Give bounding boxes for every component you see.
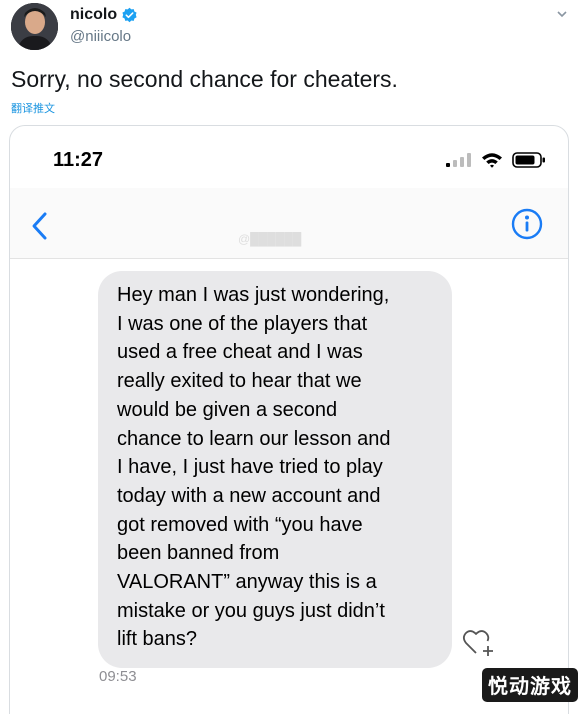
- contact-name-obscured: @██████: [238, 232, 302, 246]
- battery-icon: [512, 152, 545, 168]
- conversation-header: @██████: [10, 188, 568, 259]
- message-line: I have, I just have tried to play: [117, 456, 383, 479]
- message-line: lift bans?: [117, 628, 198, 651]
- chevron-down-icon[interactable]: [556, 8, 568, 20]
- message-line: Hey man I was just wondering,: [117, 284, 390, 306]
- tweet-text: Sorry, no second chance for cheaters.: [11, 66, 398, 92]
- status-time: 11:27: [53, 149, 104, 171]
- heart-add-icon[interactable]: [462, 626, 496, 660]
- embedded-screenshot-card[interactable]: 11:27 @██████ Hey man I was just wonderi…: [9, 125, 569, 714]
- message-line: would be given a second: [117, 398, 338, 421]
- author-name[interactable]: nicolo: [70, 6, 138, 24]
- message-bubble[interactable]: Hey man I was just wondering, I was one …: [98, 271, 452, 669]
- message-line: I was one of the players that: [117, 312, 368, 335]
- author-name-text[interactable]: nicolo: [70, 6, 117, 24]
- page: nicolo @niiicolo Sorry, no second chance…: [0, 0, 584, 714]
- message-timestamp: 09:53: [99, 668, 137, 685]
- signal-icon: [446, 153, 471, 167]
- translate-tweet-link[interactable]: 翻译推文: [11, 100, 55, 116]
- verified-badge-icon: [122, 7, 137, 22]
- author-handle[interactable]: @niiicolo: [70, 28, 131, 45]
- message-line: used a free cheat and I was: [117, 341, 363, 364]
- chevron-left-icon[interactable]: [30, 211, 50, 241]
- message-line: been banned from: [117, 542, 280, 565]
- message-line: chance to learn our lesson and: [117, 427, 391, 450]
- wifi-icon: [482, 153, 502, 168]
- message-line: today with a new account and: [117, 484, 381, 507]
- avatar-image: [11, 3, 58, 50]
- message-line: got removed with “you have: [117, 513, 363, 536]
- info-icon[interactable]: [511, 208, 543, 240]
- message-line: mistake or you guys just didn’t: [117, 599, 385, 622]
- message-line: VALORANT” anyway this is a: [117, 571, 377, 594]
- status-icons: [446, 152, 546, 168]
- avatar[interactable]: [11, 3, 58, 50]
- watermark: 悦动游戏: [482, 668, 578, 702]
- message-line: really exited to hear that we: [117, 370, 362, 393]
